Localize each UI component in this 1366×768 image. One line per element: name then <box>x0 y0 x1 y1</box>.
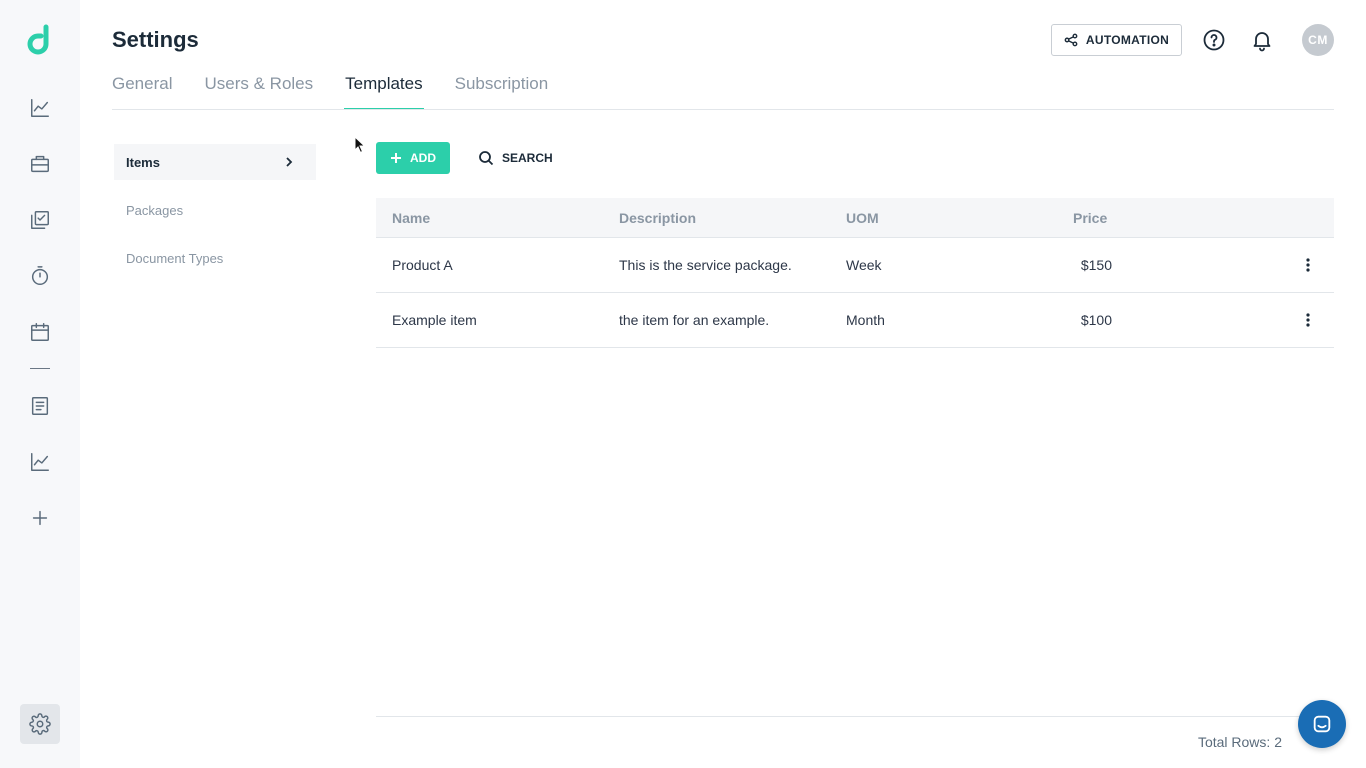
cell-name: Product A <box>392 257 453 273</box>
cell-description: the item for an example. <box>619 312 770 328</box>
add-label: ADD <box>410 151 436 165</box>
column-header-uom[interactable]: UOM <box>846 198 879 237</box>
bell-icon[interactable] <box>1250 28 1274 52</box>
submenu-item-items[interactable]: Items <box>114 144 316 180</box>
mouse-cursor-icon <box>354 136 366 154</box>
submenu-item-label: Packages <box>126 202 184 218</box>
share-nodes-icon <box>1064 33 1078 47</box>
cell-name: Example item <box>392 312 477 328</box>
search-label: SEARCH <box>502 151 553 165</box>
cell-description: This is the service package. <box>619 257 792 273</box>
chevron-right-icon <box>282 155 296 169</box>
settings-button[interactable] <box>20 704 60 744</box>
column-header-description[interactable]: Description <box>619 198 696 237</box>
line-chart-icon[interactable] <box>28 450 52 474</box>
row-menu-icon[interactable] <box>1298 255 1318 275</box>
tab-general[interactable]: General <box>112 74 172 110</box>
automation-button[interactable]: AUTOMATION <box>1051 24 1182 56</box>
search-icon <box>479 151 494 166</box>
calendar-icon[interactable] <box>28 320 52 344</box>
tab-users-roles[interactable]: Users & Roles <box>204 74 313 110</box>
column-header-price[interactable]: Price <box>1073 198 1112 237</box>
row-menu-icon[interactable] <box>1298 310 1318 330</box>
column-header-name[interactable]: Name <box>392 198 430 237</box>
briefcase-icon[interactable] <box>28 152 52 176</box>
page-title: Settings <box>112 27 199 52</box>
settings-tabs: General Users & Roles Templates Subscrip… <box>112 74 548 110</box>
submenu-item-document-types[interactable]: Document Types <box>114 240 316 276</box>
submenu-item-packages[interactable]: Packages <box>114 192 316 228</box>
gear-icon <box>29 713 51 735</box>
line-chart-icon[interactable] <box>28 96 52 120</box>
table-row[interactable]: Product A This is the service package. W… <box>376 238 1334 293</box>
table-header: Name Description UOM Price <box>376 198 1334 238</box>
plus-icon <box>391 153 401 163</box>
search-button[interactable]: SEARCH <box>478 142 553 174</box>
avatar[interactable]: CM <box>1302 24 1334 56</box>
stopwatch-icon[interactable] <box>28 264 52 288</box>
cell-uom: Week <box>846 257 882 273</box>
sidebar-divider <box>30 368 50 369</box>
items-table: Name Description UOM Price Product A Thi… <box>376 198 1334 348</box>
chat-icon <box>1313 715 1331 733</box>
submenu-item-label: Items <box>126 154 160 170</box>
tab-templates[interactable]: Templates <box>344 74 425 110</box>
help-icon[interactable] <box>1202 28 1226 52</box>
total-rows: Total Rows: 2 <box>1197 734 1282 750</box>
cell-uom: Month <box>846 312 885 328</box>
checklist-icon[interactable] <box>28 208 52 232</box>
d-logo-icon[interactable] <box>24 24 56 56</box>
tabs-divider <box>112 109 1334 110</box>
tab-subscription[interactable]: Subscription <box>455 74 549 110</box>
automation-label: AUTOMATION <box>1085 33 1170 47</box>
cell-price: $150 <box>1080 257 1112 273</box>
submenu-item-label: Document Types <box>126 250 224 266</box>
add-button[interactable]: ADD <box>376 142 450 174</box>
document-icon[interactable] <box>28 394 52 418</box>
cell-price: $100 <box>1080 312 1112 328</box>
sidebar <box>0 0 80 768</box>
table-footer-divider <box>376 716 1334 717</box>
table-row[interactable]: Example item the item for an example. Mo… <box>376 293 1334 348</box>
plus-icon[interactable] <box>28 506 52 530</box>
chat-launcher-button[interactable] <box>1298 700 1346 748</box>
